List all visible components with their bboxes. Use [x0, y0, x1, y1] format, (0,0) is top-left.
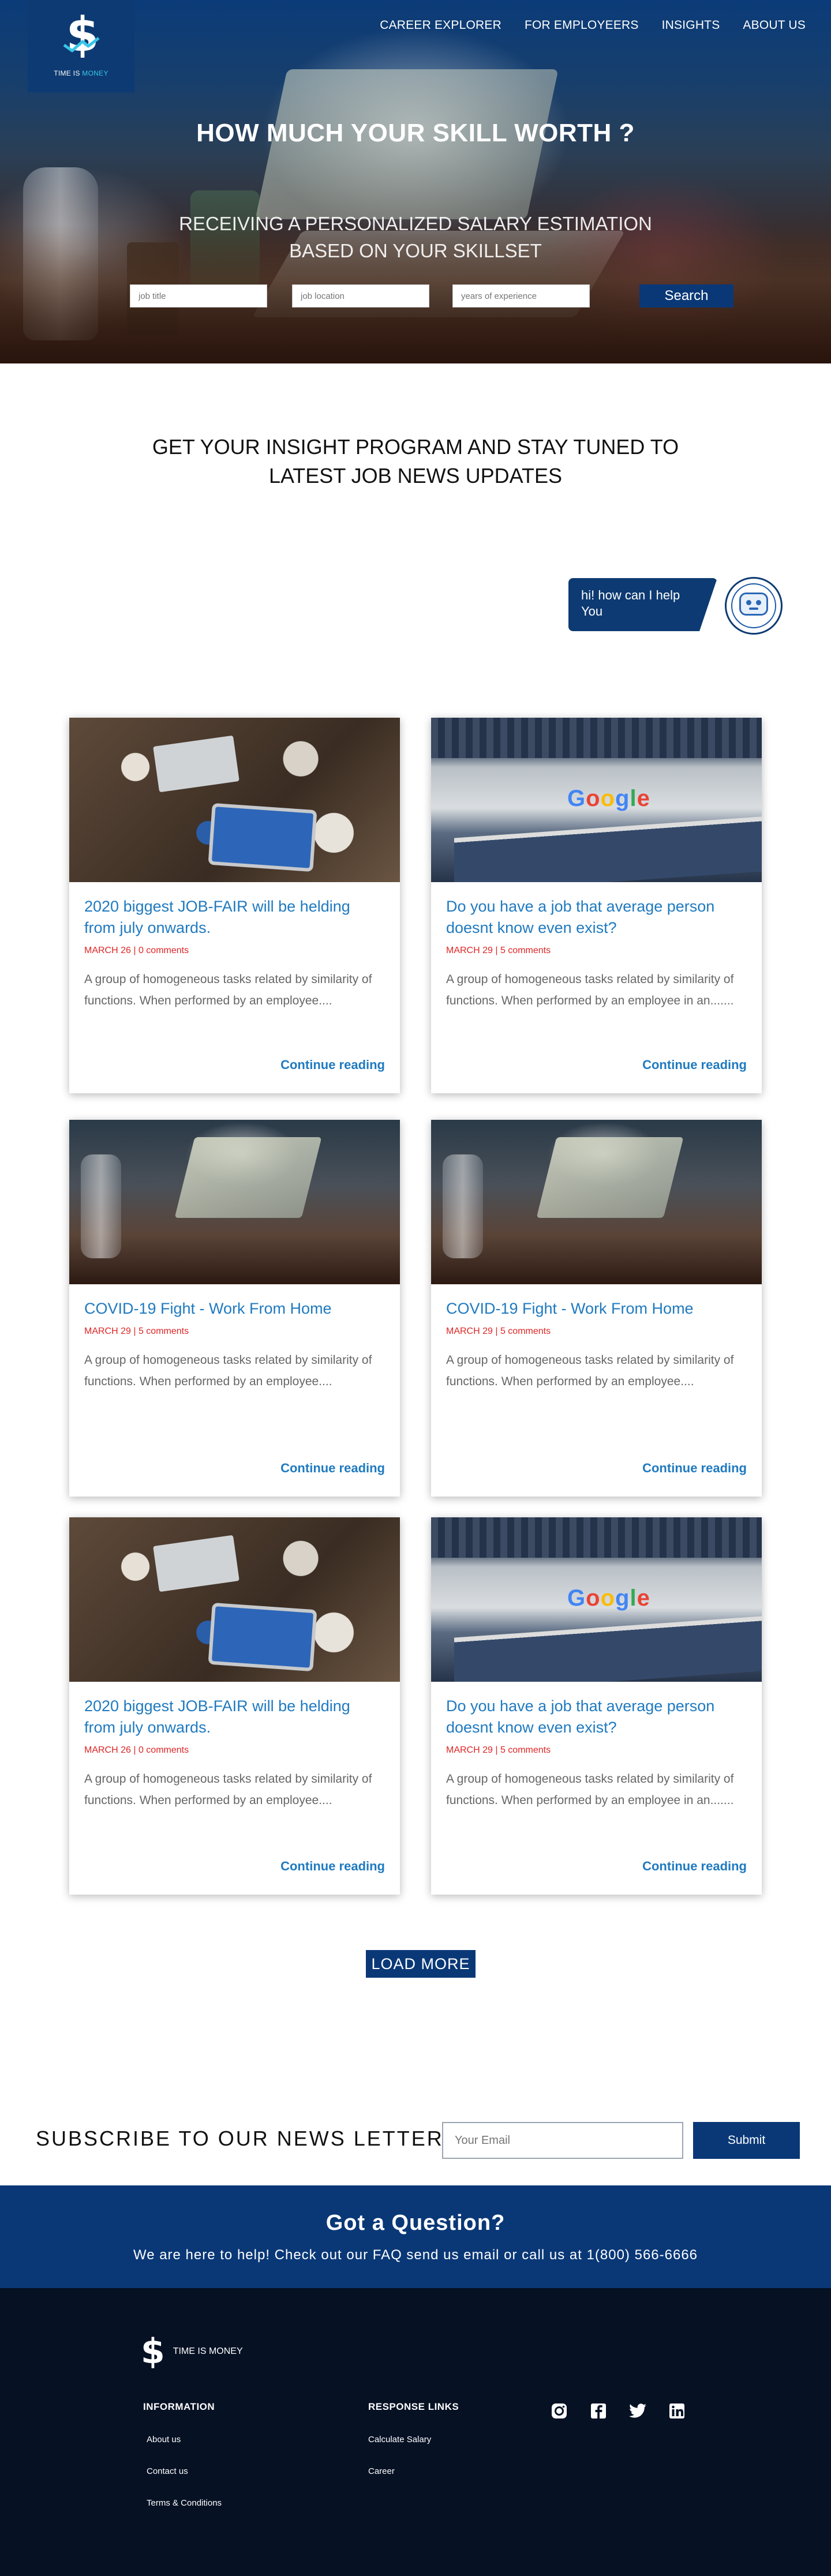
footer-information-heading: INFORMATION [143, 2401, 215, 2412]
chat-message: hi! how can I help You [581, 588, 680, 618]
twitter-icon[interactable] [628, 2401, 647, 2421]
robot-mouth [749, 608, 758, 610]
card-description: A group of homogeneous tasks related by … [84, 1772, 372, 1807]
site-footer: $ TIME IS MONEY INFORMATION About us Con… [0, 2288, 831, 2576]
laptop-work-photo [431, 1120, 762, 1284]
nav-for-employers[interactable]: FOR EMPLOYEERS [525, 18, 639, 32]
news-card[interactable]: 2020 biggest JOB-FAIR will be helding fr… [69, 1517, 400, 1895]
google-office-photo: Google [431, 718, 762, 882]
hero-banner: $ TIME IS MONEY CAREER EXPLORER FOR EMPL… [0, 0, 831, 363]
footer-link-contact-us[interactable]: Contact us [147, 2466, 222, 2476]
meeting-photo [69, 718, 400, 882]
subscribe-label: SUBSCRIBE TO OUR NEWS LETTER [36, 2127, 444, 2150]
insight-heading-line1: GET YOUR INSIGHT PROGRAM AND STAY TUNED … [152, 435, 679, 459]
news-card[interactable]: 2020 biggest JOB-FAIR will be helding fr… [69, 718, 400, 1093]
load-more-button[interactable]: LOAD MORE [366, 1950, 476, 1978]
laptop-work-photo [69, 1120, 400, 1284]
job-title-input[interactable] [130, 284, 267, 308]
continue-reading-link[interactable]: Continue reading [642, 1859, 747, 1874]
question-text: We are here to help! Check out our FAQ s… [133, 2247, 698, 2263]
card-meta: MARCH 29 | 5 comments [446, 1745, 551, 1755]
question-banner: Got a Question? We are here to help! Che… [0, 2185, 831, 2288]
hero-subtitle-line1: RECEIVING A PERSONALIZED SALARY ESTIMATI… [179, 213, 652, 234]
hero-subtitle-line2: BASED ON YOUR SKILLSET [289, 240, 542, 261]
card-description: A group of homogeneous tasks related by … [446, 1353, 734, 1388]
card-title[interactable]: 2020 biggest JOB-FAIR will be helding fr… [84, 1696, 385, 1738]
chat-bubble[interactable]: hi! how can I help You [568, 578, 717, 631]
card-meta: MARCH 29 | 5 comments [446, 946, 551, 955]
google-office-photo: Google [431, 1517, 762, 1682]
hero-subtitle: RECEIVING A PERSONALIZED SALARY ESTIMATI… [0, 210, 831, 264]
card-title[interactable]: Do you have a job that average person do… [446, 1696, 747, 1738]
hero-title: HOW MUCH YOUR SKILL WORTH ? [196, 119, 635, 147]
card-title[interactable]: COVID-19 Fight - Work From Home [446, 1298, 747, 1319]
job-location-input[interactable] [292, 284, 429, 308]
card-description: A group of homogeneous tasks related by … [84, 973, 372, 1007]
insight-heading: GET YOUR INSIGHT PROGRAM AND STAY TUNED … [0, 433, 831, 490]
card-title[interactable]: COVID-19 Fight - Work From Home [84, 1298, 385, 1319]
continue-reading-link[interactable]: Continue reading [280, 1461, 385, 1476]
news-card[interactable]: COVID-19 Fight - Work From Home MARCH 29… [431, 1120, 762, 1497]
footer-link-calculate-salary[interactable]: Calculate Salary [368, 2435, 459, 2444]
salary-search-form: Search [0, 284, 831, 308]
facebook-icon[interactable] [589, 2401, 608, 2421]
card-meta: MARCH 26 | 0 comments [84, 946, 189, 955]
news-card[interactable]: Google Do you have a job that average pe… [431, 718, 762, 1093]
chatbot-icon[interactable] [725, 577, 783, 635]
linkedin-icon[interactable] [667, 2401, 687, 2421]
search-button[interactable]: Search [639, 284, 733, 308]
google-logo-sign: Google [567, 1585, 650, 1611]
experience-input[interactable] [452, 284, 590, 308]
continue-reading-link[interactable]: Continue reading [642, 1058, 747, 1073]
card-meta: MARCH 29 | 5 comments [446, 1326, 551, 1336]
footer-response-heading: RESPONSE LINKS [368, 2401, 459, 2412]
card-title[interactable]: Do you have a job that average person do… [446, 896, 747, 939]
newsletter-submit-button[interactable]: Submit [693, 2122, 800, 2159]
continue-reading-link[interactable]: Continue reading [642, 1461, 747, 1476]
card-title[interactable]: 2020 biggest JOB-FAIR will be helding fr… [84, 896, 385, 939]
robot-head-icon [739, 593, 768, 616]
card-meta: MARCH 29 | 5 comments [84, 1326, 189, 1336]
main-nav: CAREER EXPLORER FOR EMPLOYEERS INSIGHTS … [380, 18, 806, 32]
card-description: A group of homogeneous tasks related by … [84, 1353, 372, 1388]
card-description: A group of homogeneous tasks related by … [446, 973, 734, 1007]
footer-link-about-us[interactable]: About us [147, 2435, 222, 2444]
nav-about-us[interactable]: ABOUT US [743, 18, 806, 32]
newsletter-email-input[interactable] [442, 2122, 683, 2159]
footer-information-column: INFORMATION About us Contact us Terms & … [143, 2401, 222, 2508]
card-description: A group of homogeneous tasks related by … [446, 1772, 734, 1807]
dollar-logo-icon: $ [141, 2331, 165, 2372]
dollar-logo-icon: $ [58, 12, 104, 61]
news-card[interactable]: Google Do you have a job that average pe… [431, 1517, 762, 1895]
meeting-photo [69, 1517, 400, 1682]
footer-link-terms[interactable]: Terms & Conditions [147, 2498, 222, 2508]
card-meta: MARCH 26 | 0 comments [84, 1745, 189, 1755]
continue-reading-link[interactable]: Continue reading [280, 1859, 385, 1874]
news-card[interactable]: COVID-19 Fight - Work From Home MARCH 29… [69, 1120, 400, 1497]
reception-desk [454, 1616, 762, 1682]
nav-insights[interactable]: INSIGHTS [662, 18, 720, 32]
footer-response-column: RESPONSE LINKS Calculate Salary Career [368, 2401, 459, 2476]
reception-desk [454, 816, 762, 882]
question-title: Got a Question? [325, 2211, 506, 2235]
logo-text: TIME IS MONEY [54, 69, 108, 77]
google-logo-sign: Google [567, 786, 650, 811]
continue-reading-link[interactable]: Continue reading [280, 1058, 385, 1073]
insight-heading-line2: LATEST JOB NEWS UPDATES [268, 464, 563, 488]
social-links [549, 2401, 687, 2421]
robot-eye [756, 600, 761, 605]
footer-link-career[interactable]: Career [368, 2466, 459, 2476]
robot-eye [746, 600, 751, 605]
instagram-icon[interactable] [549, 2401, 569, 2421]
footer-logo[interactable]: $ TIME IS MONEY [141, 2334, 243, 2369]
footer-brand-name: TIME IS MONEY [173, 2346, 243, 2356]
site-logo[interactable]: $ TIME IS MONEY [28, 0, 134, 92]
nav-career-explorer[interactable]: CAREER EXPLORER [380, 18, 501, 32]
